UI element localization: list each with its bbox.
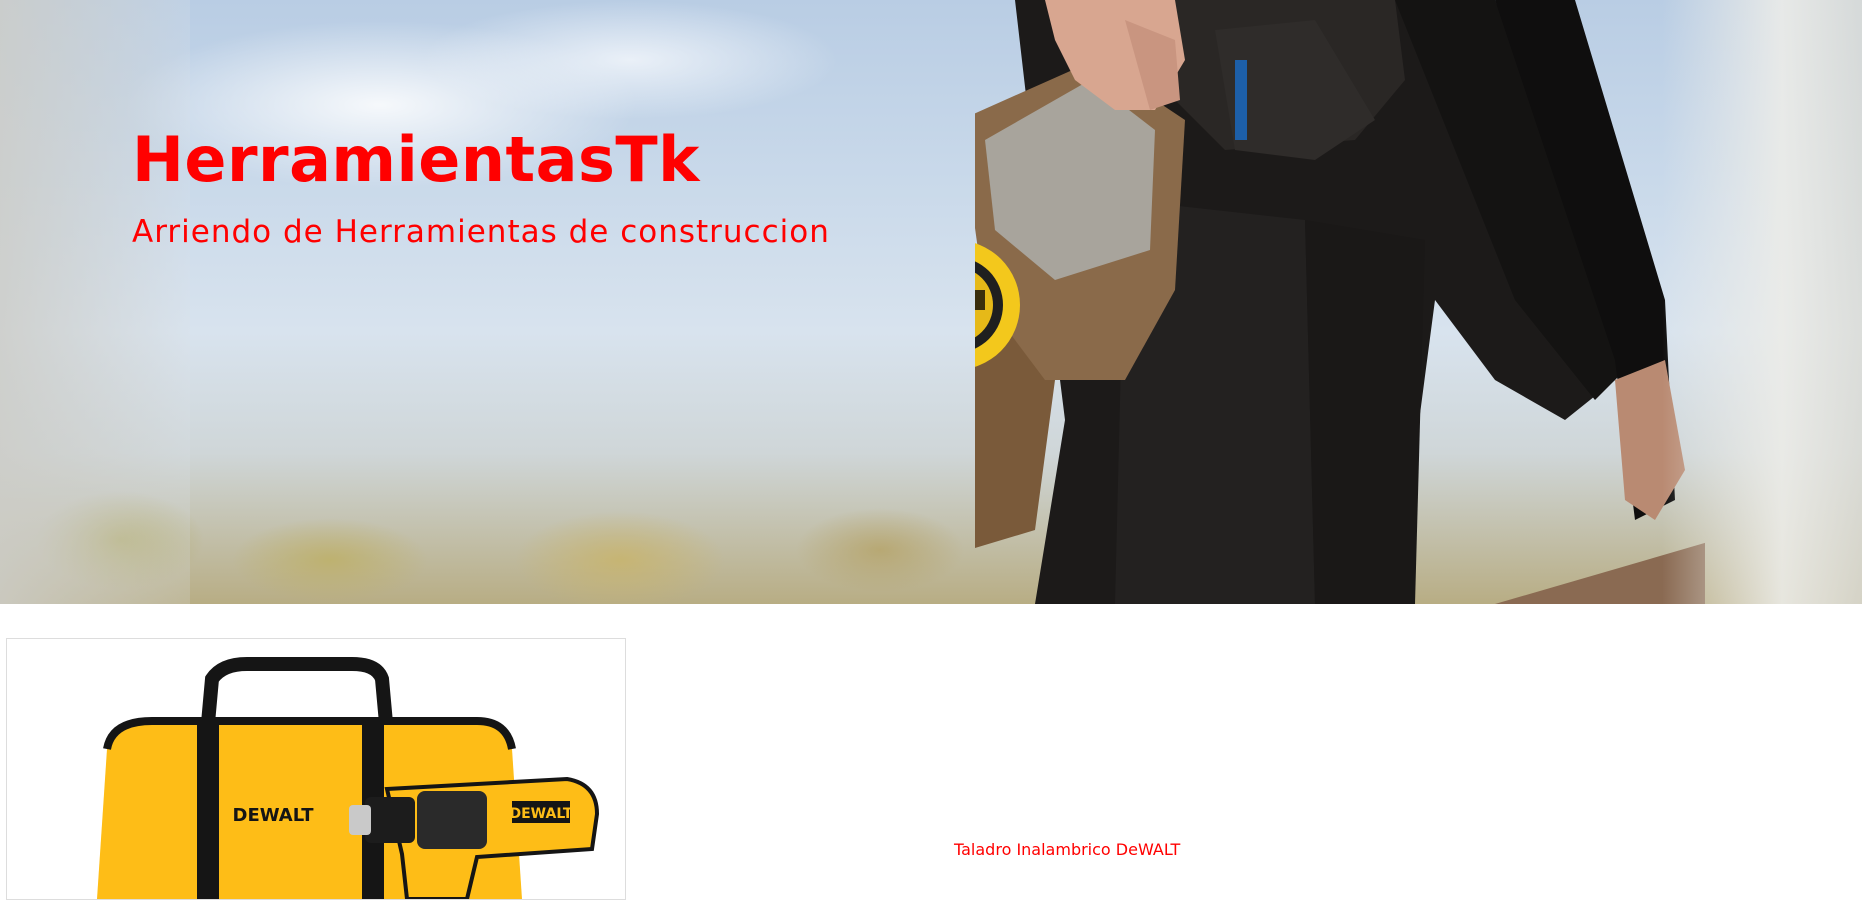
site-title: HerramientasTk bbox=[132, 123, 700, 196]
dewalt-drill-kit-image[interactable]: DEWALT DEWALT bbox=[7, 639, 625, 899]
hero-banner: HerramientasTk Arriendo de Herramientas … bbox=[0, 0, 1862, 604]
product-card[interactable]: DEWALT DEWALT bbox=[6, 638, 626, 900]
product-name-link[interactable]: Taladro Inalambrico DeWALT bbox=[954, 840, 1180, 860]
dewalt-drill-logo: DEWALT bbox=[510, 806, 573, 822]
hero-sky-cloud bbox=[420, 0, 840, 120]
site-subtitle: Arriendo de Herramientas de construccion bbox=[132, 214, 830, 250]
dewalt-bag-logo: DEWALT bbox=[233, 805, 315, 826]
hero-text-block: HerramientasTk Arriendo de Herramientas … bbox=[132, 118, 830, 252]
worker-tool-belt-image bbox=[975, 0, 1705, 604]
hero-right-blur bbox=[1662, 0, 1862, 604]
hero-left-blur bbox=[0, 0, 190, 604]
